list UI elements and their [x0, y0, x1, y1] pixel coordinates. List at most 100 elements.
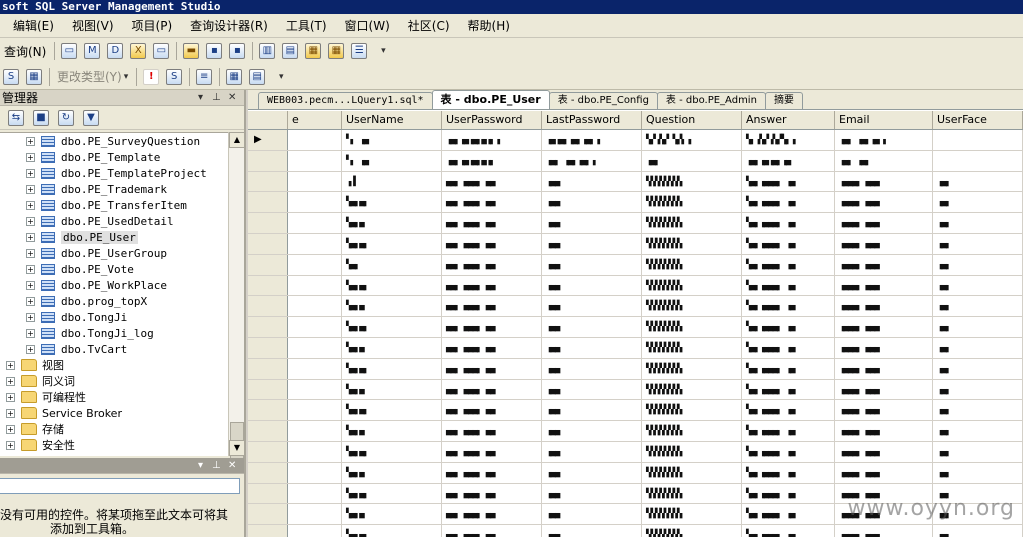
- table-cell[interactable]: ▚▄▖▗▄▄▄▖ ▗▄: [742, 171, 835, 192]
- registered-servers-button[interactable]: ▥: [256, 41, 278, 61]
- table-cell[interactable]: ▚▄▖▄▖: [342, 358, 442, 379]
- expand-icon[interactable]: +: [26, 184, 35, 194]
- table-cell[interactable]: ▚▄▖▗▄▄▄▖ ▗▄: [742, 462, 835, 483]
- sql-mobile-button[interactable]: ▭: [150, 41, 172, 61]
- table-cell[interactable]: ▗▄▗▄▖▗▄▖▗▄▖▗: [542, 130, 642, 150]
- dmx-query-button[interactable]: D: [104, 41, 126, 61]
- table-cell[interactable]: ▚▚▚▚▚▚▚▚: [642, 483, 742, 504]
- table-cell[interactable]: ▚▚▚▚▚▚▚▚: [642, 296, 742, 317]
- table-cell[interactable]: ▚▚▚▚▚▚▚▚: [642, 525, 742, 537]
- table-cell[interactable]: ▚▄▖▄: [342, 504, 442, 525]
- table-cell[interactable]: ▗▄▖ ▗▄▖: [835, 150, 933, 171]
- tree-node[interactable]: + dbo.PE_UsedDetail: [0, 213, 228, 229]
- row-selector[interactable]: [248, 483, 288, 504]
- table-cell[interactable]: ▚▄▖▄▖: [342, 192, 442, 213]
- table-cell[interactable]: ▗▄▄: [542, 504, 642, 525]
- table-cell[interactable]: ▗▄▄: [542, 254, 642, 275]
- table-cell[interactable]: ▚▚▚▚▚▚▚▚: [642, 358, 742, 379]
- execute-sql-button[interactable]: !: [140, 67, 162, 87]
- expand-icon[interactable]: +: [6, 440, 15, 450]
- toolbar-options-button[interactable]: ▾: [371, 41, 393, 61]
- table-cell[interactable]: ▗▄▄▄▖ ▄▄▄: [835, 254, 933, 275]
- table-cell[interactable]: ▄▄▖ ▄▄▄▖ ▄▄: [442, 317, 542, 337]
- xmla-query-button[interactable]: X: [127, 41, 149, 61]
- object-explorer-button[interactable]: ▤: [279, 41, 301, 61]
- table-cell[interactable]: ▗▄▖: [933, 254, 1023, 275]
- table-cell[interactable]: [288, 171, 342, 192]
- pin-icon[interactable]: ⊥: [212, 90, 221, 106]
- tree-node[interactable]: + dbo.PE_TemplateProject: [0, 165, 228, 181]
- table-cell[interactable]: ▚▄▖▗▄▄▄▖ ▗▄: [742, 358, 835, 379]
- table-cell[interactable]: ▗▄▄▄▖ ▄▄▄: [835, 400, 933, 421]
- expand-icon[interactable]: +: [6, 376, 15, 386]
- disconnect-button[interactable]: ■: [29, 108, 53, 128]
- tree-folder[interactable]: + 同义词: [0, 373, 228, 389]
- table-cell[interactable]: ▚▄▖▄▖: [342, 441, 442, 462]
- tree-node[interactable]: + dbo.prog_topX: [0, 293, 228, 309]
- table-cell[interactable]: ▗▄▖: [933, 358, 1023, 379]
- table-cell[interactable]: ▄▄▖ ▄▄▄▖ ▄▄: [442, 504, 542, 525]
- table-cell[interactable]: [933, 130, 1023, 150]
- table-cell[interactable]: ▚▚▚▚▚▚▚▚: [642, 233, 742, 254]
- table-cell[interactable]: ▗▄▄▄▖ ▄▄▄: [835, 379, 933, 400]
- menu-project[interactable]: 项目(P): [123, 14, 182, 38]
- table-cell[interactable]: [288, 233, 342, 254]
- table-cell[interactable]: ▗▄▄▄▖ ▄▄▄: [835, 337, 933, 358]
- expand-icon[interactable]: +: [6, 392, 15, 402]
- menu-edit[interactable]: 编辑(E): [4, 14, 63, 38]
- table-cell[interactable]: ▘▖ ▗▄: [342, 150, 442, 171]
- row-selector[interactable]: [248, 358, 288, 379]
- table-cell[interactable]: ▗▄▖▗▄▗▄▖▄▗▖▗: [442, 130, 542, 150]
- table-row[interactable]: ▚▄▖ ▄▄▖ ▄▄▄▖ ▄▄ ▗▄▄ ▚▚▚▚▚▚▚▚ ▚▄▖▗▄▄▄▖ ▗▄ ▗▄▄▄…: [248, 254, 1023, 276]
- table-cell[interactable]: ▚▄▖▄: [342, 296, 442, 317]
- table-cell[interactable]: ▚▄▖▗▄▄▄▖ ▗▄: [742, 337, 835, 358]
- tab-pe-user[interactable]: 表 - dbo.PE_User: [431, 90, 550, 109]
- table-cell[interactable]: ▗▄▄▄▖ ▄▄▄: [835, 192, 933, 213]
- table-cell[interactable]: ▘▖ ▗▄: [342, 130, 442, 150]
- table-cell[interactable]: [288, 441, 342, 462]
- table-cell[interactable]: ▗▄▖: [933, 400, 1023, 421]
- solution-explorer-button[interactable]: ▦: [325, 41, 347, 61]
- table-cell[interactable]: ▄▄▖ ▄▄▄▖ ▄▄: [442, 192, 542, 213]
- table-row[interactable]: ▚▄▖▄ ▄▄▖ ▄▄▄▖ ▄▄ ▗▄▄ ▚▚▚▚▚▚▚▚ ▚▄▖▗▄▄▄▖ ▗▄ ▗▄▄…: [248, 296, 1023, 318]
- table-cell[interactable]: ▚▖▗▚▞▗▚▞▚▖▗: [742, 130, 835, 150]
- table-cell[interactable]: ▚▄▖▗▄▄▄▖ ▗▄: [742, 275, 835, 296]
- tree-node[interactable]: + dbo.PE_SurveyQuestion: [0, 133, 228, 149]
- chevron-down-icon[interactable]: ▾: [198, 458, 203, 474]
- table-cell[interactable]: ▗▄▖: [933, 192, 1023, 213]
- table-cell[interactable]: ▗▄▖: [933, 337, 1023, 358]
- table-cell[interactable]: [288, 150, 342, 171]
- table-cell[interactable]: ▚▄▖▄: [342, 337, 442, 358]
- filter-button[interactable]: ▼: [79, 108, 103, 128]
- expand-icon[interactable]: +: [26, 344, 35, 354]
- show-sql-pane-button[interactable]: S: [0, 67, 22, 87]
- table-cell[interactable]: ▗▄▄: [542, 275, 642, 296]
- table-cell[interactable]: ▄▄▖ ▄▄▄▖ ▄▄: [442, 358, 542, 379]
- table-row[interactable]: ▗▐ ▄▄▖ ▄▄▄▖ ▄▄ ▗▄▄ ▚▚▚▚▚▚▚▚ ▚▄▖▗▄▄▄▖ ▗▄ ▗▄▄▄▖…: [248, 171, 1023, 193]
- table-cell[interactable]: ▗▄▖: [933, 525, 1023, 537]
- table-row[interactable]: ▘▖ ▗▄ ▗▄▖▗▄▗▄▖▄▗▖ ▗▄▖ ▗▄▖▗▄▖▗ ▗▄▖ ▗▄▖▗▄▗▄▖▗▄…: [248, 150, 1023, 172]
- table-cell[interactable]: ▗▄▖▗▄▗▄▖▄▗▖: [442, 150, 542, 171]
- table-cell[interactable]: ▗▄▖: [933, 296, 1023, 317]
- table-cell[interactable]: ▚▄▖▗▄▄▄▖ ▗▄: [742, 317, 835, 337]
- expand-icon[interactable]: +: [26, 248, 35, 258]
- expand-icon[interactable]: +: [26, 232, 35, 242]
- table-cell[interactable]: ▚▚▚▚▚▚▚▚: [642, 317, 742, 337]
- add-derived-table-button[interactable]: ▤: [246, 67, 268, 87]
- table-row[interactable]: ▚▄▖▄▖ ▄▄▖ ▄▄▄▖ ▄▄ ▗▄▄ ▚▚▚▚▚▚▚▚ ▚▄▖▗▄▄▄▖ ▗▄ ▗▄…: [248, 400, 1023, 422]
- table-cell[interactable]: ▗▄▄: [542, 483, 642, 504]
- table-cell[interactable]: [288, 525, 342, 537]
- table-cell[interactable]: ▗▄▄: [542, 233, 642, 254]
- expand-icon[interactable]: +: [26, 296, 35, 306]
- tree-folder[interactable]: + 安全性: [0, 437, 228, 453]
- row-selector[interactable]: [248, 441, 288, 462]
- expand-icon[interactable]: +: [26, 312, 35, 322]
- scroll-up-icon[interactable]: ▲: [229, 132, 245, 148]
- verify-sql-button[interactable]: S: [163, 67, 185, 87]
- table-cell[interactable]: ▚▚▚▚▚▚▚▚: [642, 421, 742, 441]
- connect-button[interactable]: ⇆: [4, 108, 28, 128]
- row-selector[interactable]: [248, 254, 288, 275]
- table-cell[interactable]: ▗▄▖: [933, 379, 1023, 400]
- table-cell[interactable]: ▗▄▖: [933, 317, 1023, 337]
- table-cell[interactable]: ▚▄▖▗▄▄▄▖ ▗▄: [742, 296, 835, 317]
